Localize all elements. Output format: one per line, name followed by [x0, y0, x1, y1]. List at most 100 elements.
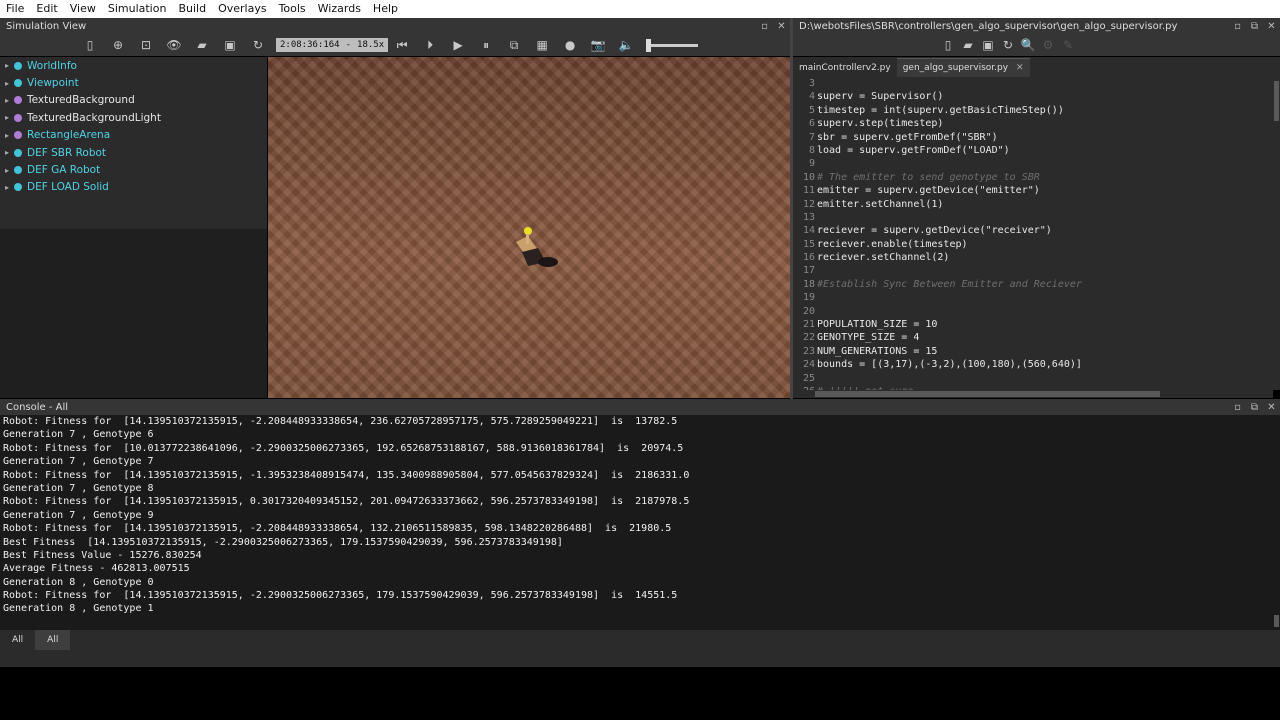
toggle-scene-tree-icon[interactable]: ▯: [76, 34, 104, 56]
volume-icon[interactable]: 🔈: [612, 34, 640, 56]
code-text: timestep = int(superv.getBasicTimeStep()…: [817, 104, 1064, 116]
float-panel-icon[interactable]: ⧉: [1246, 21, 1263, 32]
reset-simulation-icon[interactable]: ⏮: [388, 34, 416, 56]
scene-tree-item[interactable]: ▸ WorldInfo: [0, 57, 267, 74]
line-number: 3: [808, 78, 815, 89]
console-tabs: All All: [0, 630, 1280, 650]
robot-rod: [526, 234, 529, 244]
screenshot-icon[interactable]: 📷: [584, 34, 612, 56]
scrollbar-thumb[interactable]: [815, 391, 1160, 397]
expand-arrow-icon[interactable]: ▸: [0, 131, 14, 140]
3d-viewport[interactable]: [268, 57, 790, 398]
expand-arrow-icon[interactable]: ▸: [0, 61, 14, 70]
line-number: 10: [802, 171, 815, 183]
scene-tree-item[interactable]: ▸ DEF LOAD Solid: [0, 179, 267, 196]
minimize-icon[interactable]: ▫: [1229, 402, 1246, 413]
expand-arrow-icon[interactable]: ▸: [0, 79, 14, 88]
console-output[interactable]: Robot: Fitness for [14.139510372135915, …: [0, 415, 1273, 630]
scene-tree-item[interactable]: ▸ Viewpoint: [0, 74, 267, 91]
line-number: 16: [802, 252, 815, 264]
simulation-view-titlebar: Simulation View ▫ ✕: [0, 18, 790, 35]
menu-file[interactable]: File: [0, 0, 30, 18]
scrollbar-thumb[interactable]: [1274, 615, 1279, 627]
code-text: POPULATION_SIZE = 10: [817, 319, 938, 331]
code-editor[interactable]: 3 4 superv = Supervisor() 5 timestep = int(s…: [793, 77, 1273, 390]
editor-tab-label: gen_algo_supervisor.py: [902, 63, 1009, 73]
scrollbar-thumb[interactable]: [1274, 81, 1279, 121]
play-icon[interactable]: ▶: [444, 34, 472, 56]
scene-tree-item[interactable]: ▸ TexturedBackground: [0, 92, 267, 109]
expand-arrow-icon[interactable]: ▸: [0, 96, 14, 105]
editor-titlebar: D:\webotsFiles\SBR\controllers\gen_algo_…: [793, 18, 1280, 35]
volume-slider[interactable]: [646, 38, 699, 52]
node-type-icon: [14, 61, 22, 70]
close-icon[interactable]: ✕: [1263, 402, 1280, 413]
save-world-icon[interactable]: ▣: [216, 34, 244, 56]
line-number: 20: [802, 305, 815, 317]
open-world-icon[interactable]: ▰: [188, 34, 216, 56]
rendering-icon[interactable]: ▦: [528, 34, 556, 56]
float-panel-icon[interactable]: ⧉: [1246, 402, 1263, 413]
menu-overlays[interactable]: Overlays: [212, 0, 273, 18]
console-tab-all[interactable]: All: [0, 630, 35, 650]
scene-tree-item[interactable]: ▸ TexturedBackgroundLight: [0, 109, 267, 126]
close-icon[interactable]: ✕: [773, 21, 790, 32]
reload-world-icon[interactable]: ↻: [244, 34, 272, 56]
node-type-icon: [14, 79, 22, 88]
expand-arrow-icon[interactable]: ▸: [0, 166, 14, 175]
close-icon[interactable]: ✕: [1263, 21, 1280, 32]
save-file-icon[interactable]: ▣: [978, 34, 998, 56]
menu-view[interactable]: View: [64, 0, 102, 18]
step-icon[interactable]: ⏵: [416, 34, 444, 56]
console-scrollbar[interactable]: [1273, 415, 1280, 630]
expand-arrow-icon[interactable]: ▸: [0, 183, 14, 192]
code-horizontal-scrollbar[interactable]: [793, 390, 1273, 398]
find-icon[interactable]: 🔍: [1018, 34, 1038, 56]
add-node-icon[interactable]: ⊕: [104, 34, 132, 56]
menu-tools[interactable]: Tools: [273, 0, 312, 18]
minimize-icon[interactable]: ▫: [1229, 21, 1246, 32]
close-tab-icon[interactable]: ✕: [1016, 63, 1024, 73]
console-tab-all-active[interactable]: All: [35, 630, 71, 650]
menu-wizards[interactable]: Wizards: [312, 0, 367, 18]
code-line: 12 emitter.setChannel(1): [793, 198, 1273, 211]
revert-icon[interactable]: ↻: [998, 34, 1018, 56]
node-type-icon: [14, 113, 22, 122]
scene-tree-item[interactable]: ▸ DEF GA Robot: [0, 161, 267, 178]
fast-forward-icon[interactable]: ⧉: [500, 34, 528, 56]
float-panel-icon[interactable]: ▫: [756, 21, 773, 32]
reset-view-icon[interactable]: ⊡: [132, 34, 160, 56]
code-line: 17: [793, 264, 1273, 277]
simulation-time: 2:08:36:164: [280, 40, 340, 50]
new-file-icon[interactable]: ▯: [938, 34, 958, 56]
simulation-view-title: Simulation View: [6, 21, 87, 32]
robot-model[interactable]: [508, 222, 568, 272]
eye-icon[interactable]: 👁: [160, 34, 188, 56]
code-line: 20: [793, 305, 1273, 318]
console-line: Average Fitness - 462813.007515: [3, 563, 190, 575]
scene-tree-item[interactable]: ▸ DEF SBR Robot: [0, 144, 267, 161]
code-text: load = superv.getFromDef("LOAD"): [817, 144, 1010, 156]
scene-tree-item[interactable]: ▸ RectangleArena: [0, 127, 267, 144]
menu-build[interactable]: Build: [172, 0, 212, 18]
pause-icon[interactable]: ⏸: [472, 34, 500, 56]
editor-tab[interactable]: gen_algo_supervisor.py ✕: [896, 58, 1030, 77]
line-number: 25: [802, 372, 815, 384]
code-line: 13: [793, 211, 1273, 224]
clean-icon[interactable]: ✎: [1058, 34, 1078, 56]
code-line: 25: [793, 372, 1273, 385]
menu-simulation[interactable]: Simulation: [102, 0, 173, 18]
code-vertical-scrollbar[interactable]: [1273, 77, 1280, 390]
menu-edit[interactable]: Edit: [30, 0, 63, 18]
expand-arrow-icon[interactable]: ▸: [0, 148, 14, 157]
record-icon[interactable]: ●: [556, 34, 584, 56]
slider-knob[interactable]: [646, 38, 652, 52]
line-number: 23: [802, 345, 815, 357]
menu-help[interactable]: Help: [367, 0, 404, 18]
build-icon[interactable]: ⚙: [1038, 34, 1058, 56]
open-file-icon[interactable]: ▰: [958, 34, 978, 56]
editor-toolbar: ▯ ▰ ▣ ↻ 🔍 ⚙ ✎: [793, 34, 1280, 56]
console-line: Generation 7 , Genotype 7: [3, 456, 154, 468]
expand-arrow-icon[interactable]: ▸: [0, 113, 14, 122]
editor-tab[interactable]: mainControllerv2.py: [793, 59, 897, 77]
